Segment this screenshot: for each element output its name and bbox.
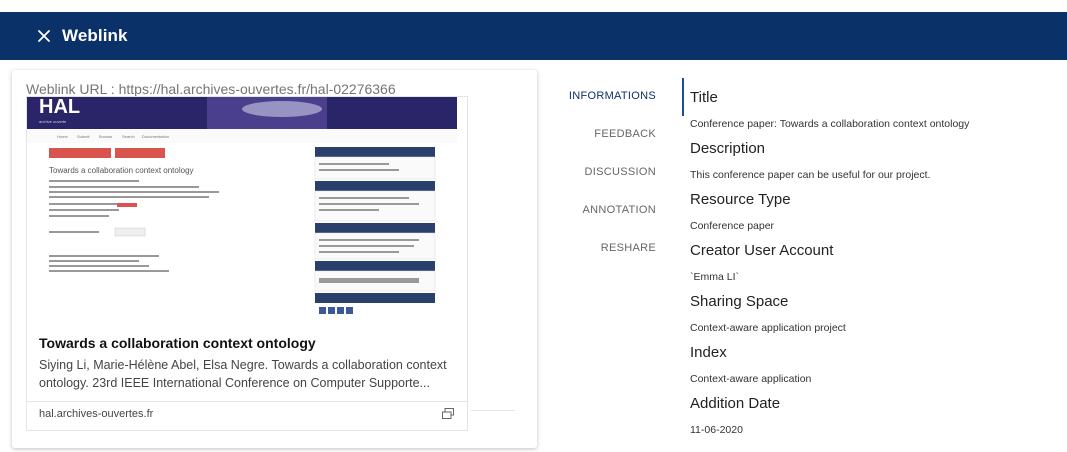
preview-footer: hal.archives-ouvertes.fr (26, 401, 468, 431)
open-external-icon[interactable] (441, 407, 455, 421)
preview-description: Siying Li, Marie-Hélène Abel, Elsa Negre… (39, 358, 447, 390)
index-label: Index (690, 344, 727, 361)
sharing-space-value: Context-aware application project (690, 322, 846, 334)
svg-text:Browse: Browse (99, 134, 113, 139)
addition-date-value: 11-06-2020 (690, 424, 743, 436)
close-icon[interactable] (34, 26, 54, 46)
tab-feedback[interactable]: FEEDBACK (548, 116, 686, 152)
title-label: Title (690, 89, 718, 106)
index-value: Context-aware application (690, 373, 812, 385)
tab-informations[interactable]: INFORMATIONS (548, 78, 686, 114)
dialog-title: Weblink (62, 26, 128, 45)
information-panel: Title Conference paper: Towards a collab… (690, 88, 1060, 445)
description-label: Description (690, 140, 766, 157)
weblink-url: Weblink URL : https://hal.archives-ouver… (26, 81, 396, 97)
svg-text:Search: Search (122, 134, 135, 139)
sharing-space-label: Sharing Space (690, 293, 789, 310)
active-tab-indicator (682, 78, 684, 116)
tab-reshare[interactable]: RESHARE (548, 230, 686, 266)
preview-thumbnail: HAL archive ouverte Home Submit Browse Sear… (27, 97, 457, 314)
thumbnail-title: Towards a collaboration context ontology (49, 166, 194, 175)
resource-type-label: Resource Type (690, 191, 791, 208)
footer-divider (471, 410, 515, 411)
top-app-bar: Weblink (0, 12, 1067, 60)
link-preview[interactable]: HAL archive ouverte Home Submit Browse Sear… (26, 96, 468, 402)
description-value: This conference paper can be useful for … (690, 169, 931, 181)
tab-discussion[interactable]: DISCUSSION (548, 154, 686, 190)
weblink-preview-card: Weblink URL : https://hal.archives-ouver… (12, 70, 537, 448)
svg-text:Documentation: Documentation (142, 134, 169, 139)
title-value: Conference paper: Towards a collaboratio… (690, 118, 970, 130)
preview-domain: hal.archives-ouvertes.fr (39, 408, 154, 420)
preview-title: Towards a collaboration context ontology (39, 335, 316, 351)
svg-text:Submit: Submit (77, 134, 90, 139)
addition-date-label: Addition Date (690, 395, 781, 412)
creator-label: Creator User Account (690, 242, 834, 259)
tab-annotation[interactable]: ANNOTATION (548, 192, 686, 228)
resource-type-value: Conference paper (690, 220, 775, 232)
svg-text:archive ouverte: archive ouverte (39, 119, 67, 124)
creator-value: `Emma LI` (690, 271, 740, 283)
hal-logo: HAL (39, 97, 80, 118)
svg-text:Home: Home (57, 134, 68, 139)
